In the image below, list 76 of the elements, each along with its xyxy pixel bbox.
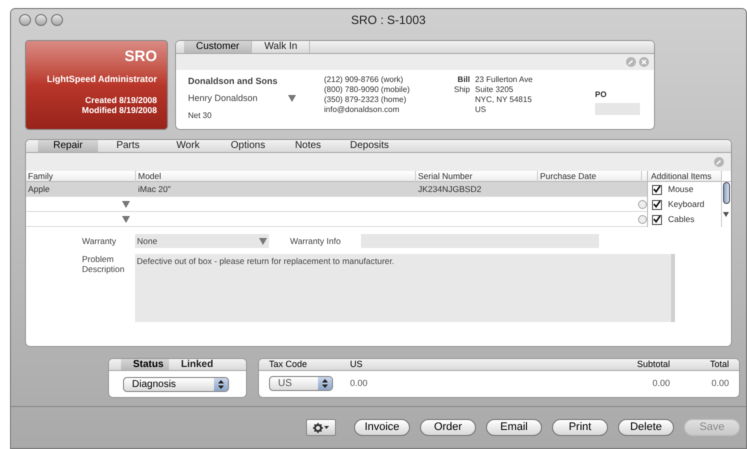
checkbox[interactable] — [652, 200, 662, 210]
window-control-icon[interactable] — [51, 14, 63, 26]
tab[interactable]: Customer — [184, 41, 252, 53]
item-label: Keyboard — [668, 198, 704, 211]
address-line: 23 Fullerton Ave — [475, 75, 534, 85]
tab[interactable]: Walk In — [252, 41, 310, 53]
payment-terms: Net 30 — [188, 110, 213, 122]
dropdown-triangle-icon — [259, 238, 267, 244]
column-header: Total — [708, 359, 729, 371]
item-label: Mouse — [668, 183, 694, 196]
po-field[interactable] — [595, 103, 640, 115]
problem-description-label: Problem Description — [82, 254, 126, 276]
contact-info: (212) 909-8766 (work) — [324, 75, 404, 85]
edit-icon[interactable] — [714, 157, 724, 167]
warranty-label: Warranty — [82, 234, 118, 248]
window-control-icon[interactable] — [35, 14, 47, 26]
popup-menu[interactable]: Diagnosis — [123, 377, 229, 392]
popup-menu[interactable]: US — [269, 376, 333, 391]
contact-info: info@donaldson.com — [324, 105, 400, 115]
modified-date: Modified 8/19/2008 — [82, 104, 157, 114]
caret-icon — [324, 426, 329, 429]
contact-info: (350) 879-2323 (home) — [324, 95, 408, 105]
company-name: Donaldson and Sons — [188, 75, 279, 88]
summary-title: SRO — [124, 49, 157, 64]
total-amount: 0.00 — [710, 376, 729, 390]
us-tax-amount: 0.00 — [350, 376, 369, 390]
close-icon[interactable] — [639, 57, 649, 67]
tab[interactable]: Deposits — [338, 140, 398, 152]
address-line: Suite 3205 — [475, 85, 514, 95]
address-line: US — [475, 105, 488, 115]
gear-menu-button[interactable] — [306, 419, 336, 436]
column-header[interactable]: Additional Items — [648, 171, 721, 182]
checkbox[interactable] — [652, 214, 662, 224]
table-cell-text: Apple — [27, 182, 51, 196]
column-header: Tax Code — [269, 359, 308, 371]
tab[interactable]: Work — [158, 140, 218, 152]
column-header: US — [350, 359, 364, 371]
dropdown-triangle-icon[interactable] — [288, 94, 296, 102]
action-button[interactable]: Print — [552, 419, 608, 436]
contact-name: Henry Donaldson — [188, 92, 258, 105]
scrollbar-thumb-icon[interactable] — [722, 182, 730, 204]
checkbox[interactable] — [652, 184, 662, 194]
action-button[interactable]: Order — [420, 419, 476, 436]
table-row[interactable]: Apple iMac 20" JK234NJGBSD2 — [26, 182, 647, 197]
warranty-info-field[interactable] — [361, 234, 599, 248]
tab[interactable]: Linked — [169, 359, 217, 370]
table-cell-text: iMac 20" — [137, 182, 172, 196]
column-header: Subtotal — [636, 359, 670, 371]
edit-icon[interactable] — [626, 57, 636, 67]
action-button[interactable]: Invoice — [354, 419, 410, 436]
bill-label: Bill — [458, 75, 470, 85]
scroll-down-arrow-icon[interactable] — [722, 212, 731, 217]
created-date: Created 8/19/2008 — [85, 94, 157, 104]
window-control-icon[interactable] — [19, 14, 31, 26]
address-line: NYC, NY 54815 — [475, 95, 533, 105]
item-label: Cables — [668, 213, 694, 226]
tab[interactable]: Options — [218, 140, 278, 152]
stepper-arrows-icon — [322, 379, 328, 388]
tab[interactable]: Repair — [38, 140, 98, 152]
action-button[interactable]: Email — [486, 419, 542, 436]
tab[interactable]: Status — [121, 359, 169, 370]
user-name: LightSpeed Administrator — [46, 73, 157, 86]
ship-label: Ship — [454, 85, 470, 95]
problem-description-field[interactable]: Defective out of box - please return for replacement to manufacturer. — [134, 254, 675, 322]
action-button[interactable]: Delete — [618, 419, 674, 436]
contact-info: (800) 780-9090 (mobile) — [324, 85, 411, 95]
po-label: PO — [595, 89, 608, 101]
tab[interactable]: Notes — [278, 140, 338, 152]
warranty-info-label: Warranty Info — [290, 234, 342, 248]
warranty-dropdown[interactable]: None — [135, 234, 269, 248]
subtotal-amount: 0.00 — [651, 376, 670, 390]
table-cell-text: JK234NJGBSD2 — [417, 182, 482, 196]
gear-icon — [313, 422, 323, 432]
tab[interactable]: Parts — [98, 140, 158, 152]
window-title: SRO : S-1003 — [351, 12, 426, 29]
stepper-arrows-icon — [218, 380, 224, 389]
